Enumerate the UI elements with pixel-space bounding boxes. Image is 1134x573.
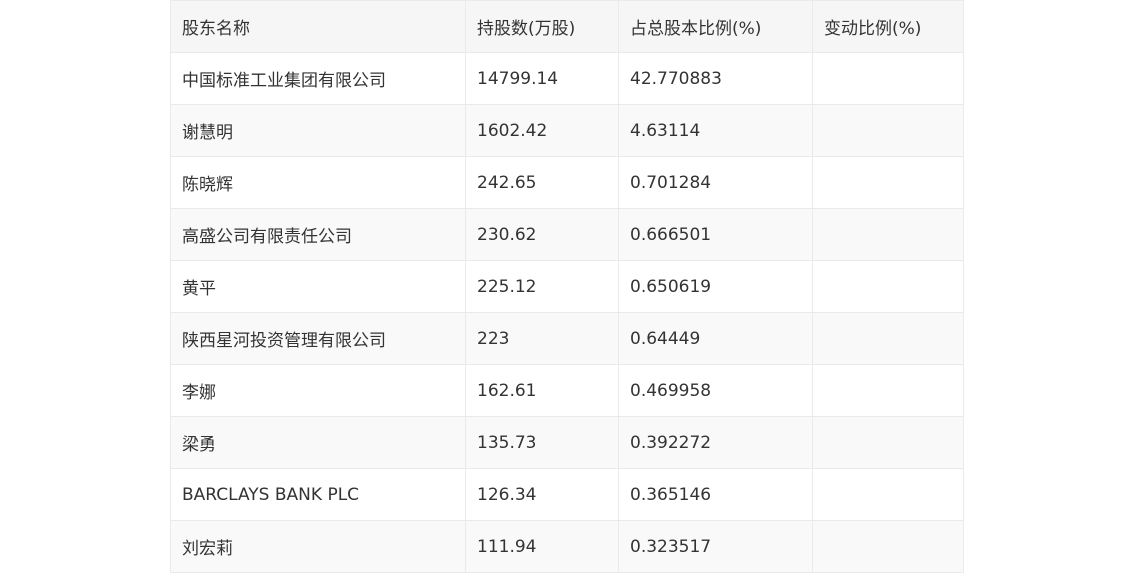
cell-share-ratio: 0.650619 bbox=[618, 260, 813, 313]
table-row: 李娜 162.61 0.469958 bbox=[170, 364, 964, 417]
cell-shareholder-name: 梁勇 bbox=[170, 416, 466, 469]
table-row: 梁勇 135.73 0.392272 bbox=[170, 416, 964, 469]
cell-share-ratio: 4.63114 bbox=[618, 104, 813, 157]
cell-change-ratio bbox=[812, 260, 964, 313]
cell-shares-held: 126.34 bbox=[465, 468, 619, 521]
cell-share-ratio: 42.770883 bbox=[618, 52, 813, 105]
shareholder-table: 股东名称 持股数(万股) 占总股本比例(%) 变动比例(%) 中国标准工业集团有… bbox=[170, 0, 964, 573]
cell-share-ratio: 0.469958 bbox=[618, 364, 813, 417]
cell-share-ratio: 0.365146 bbox=[618, 468, 813, 521]
cell-change-ratio bbox=[812, 208, 964, 261]
cell-shareholder-name: 黄平 bbox=[170, 260, 466, 313]
cell-shares-held: 14799.14 bbox=[465, 52, 619, 105]
cell-shareholder-name: 陈晓辉 bbox=[170, 156, 466, 209]
cell-shareholder-name: 高盛公司有限责任公司 bbox=[170, 208, 466, 261]
cell-shares-held: 242.65 bbox=[465, 156, 619, 209]
cell-shareholder-name: 李娜 bbox=[170, 364, 466, 417]
cell-share-ratio: 0.392272 bbox=[618, 416, 813, 469]
table-row: 高盛公司有限责任公司 230.62 0.666501 bbox=[170, 208, 964, 261]
cell-shares-held: 135.73 bbox=[465, 416, 619, 469]
cell-shareholder-name: 中国标准工业集团有限公司 bbox=[170, 52, 466, 105]
cell-shareholder-name: 陕西星河投资管理有限公司 bbox=[170, 312, 466, 365]
table-row: 中国标准工业集团有限公司 14799.14 42.770883 bbox=[170, 52, 964, 105]
table-row: 刘宏莉 111.94 0.323517 bbox=[170, 520, 964, 573]
cell-shares-held: 230.62 bbox=[465, 208, 619, 261]
cell-shareholder-name: 谢慧明 bbox=[170, 104, 466, 157]
cell-change-ratio bbox=[812, 312, 964, 365]
cell-change-ratio bbox=[812, 52, 964, 105]
cell-shares-held: 225.12 bbox=[465, 260, 619, 313]
cell-change-ratio bbox=[812, 468, 964, 521]
cell-change-ratio bbox=[812, 156, 964, 209]
cell-shares-held: 162.61 bbox=[465, 364, 619, 417]
header-shareholder-name: 股东名称 bbox=[170, 0, 466, 53]
table-row: 陕西星河投资管理有限公司 223 0.64449 bbox=[170, 312, 964, 365]
table-header-row: 股东名称 持股数(万股) 占总股本比例(%) 变动比例(%) bbox=[170, 0, 964, 53]
shareholder-table-container: 股东名称 持股数(万股) 占总股本比例(%) 变动比例(%) 中国标准工业集团有… bbox=[170, 0, 964, 573]
cell-shares-held: 223 bbox=[465, 312, 619, 365]
cell-change-ratio bbox=[812, 416, 964, 469]
header-shares-held: 持股数(万股) bbox=[465, 0, 619, 53]
cell-change-ratio bbox=[812, 520, 964, 573]
table-row: 陈晓辉 242.65 0.701284 bbox=[170, 156, 964, 209]
cell-share-ratio: 0.323517 bbox=[618, 520, 813, 573]
cell-change-ratio bbox=[812, 364, 964, 417]
cell-shares-held: 111.94 bbox=[465, 520, 619, 573]
cell-shareholder-name: BARCLAYS BANK PLC bbox=[170, 468, 466, 521]
cell-share-ratio: 0.666501 bbox=[618, 208, 813, 261]
cell-change-ratio bbox=[812, 104, 964, 157]
cell-shareholder-name: 刘宏莉 bbox=[170, 520, 466, 573]
header-share-ratio: 占总股本比例(%) bbox=[618, 0, 813, 53]
table-row: 黄平 225.12 0.650619 bbox=[170, 260, 964, 313]
cell-share-ratio: 0.701284 bbox=[618, 156, 813, 209]
table-row: 谢慧明 1602.42 4.63114 bbox=[170, 104, 964, 157]
cell-share-ratio: 0.64449 bbox=[618, 312, 813, 365]
table-row: BARCLAYS BANK PLC 126.34 0.365146 bbox=[170, 468, 964, 521]
cell-shares-held: 1602.42 bbox=[465, 104, 619, 157]
header-change-ratio: 变动比例(%) bbox=[812, 0, 964, 53]
